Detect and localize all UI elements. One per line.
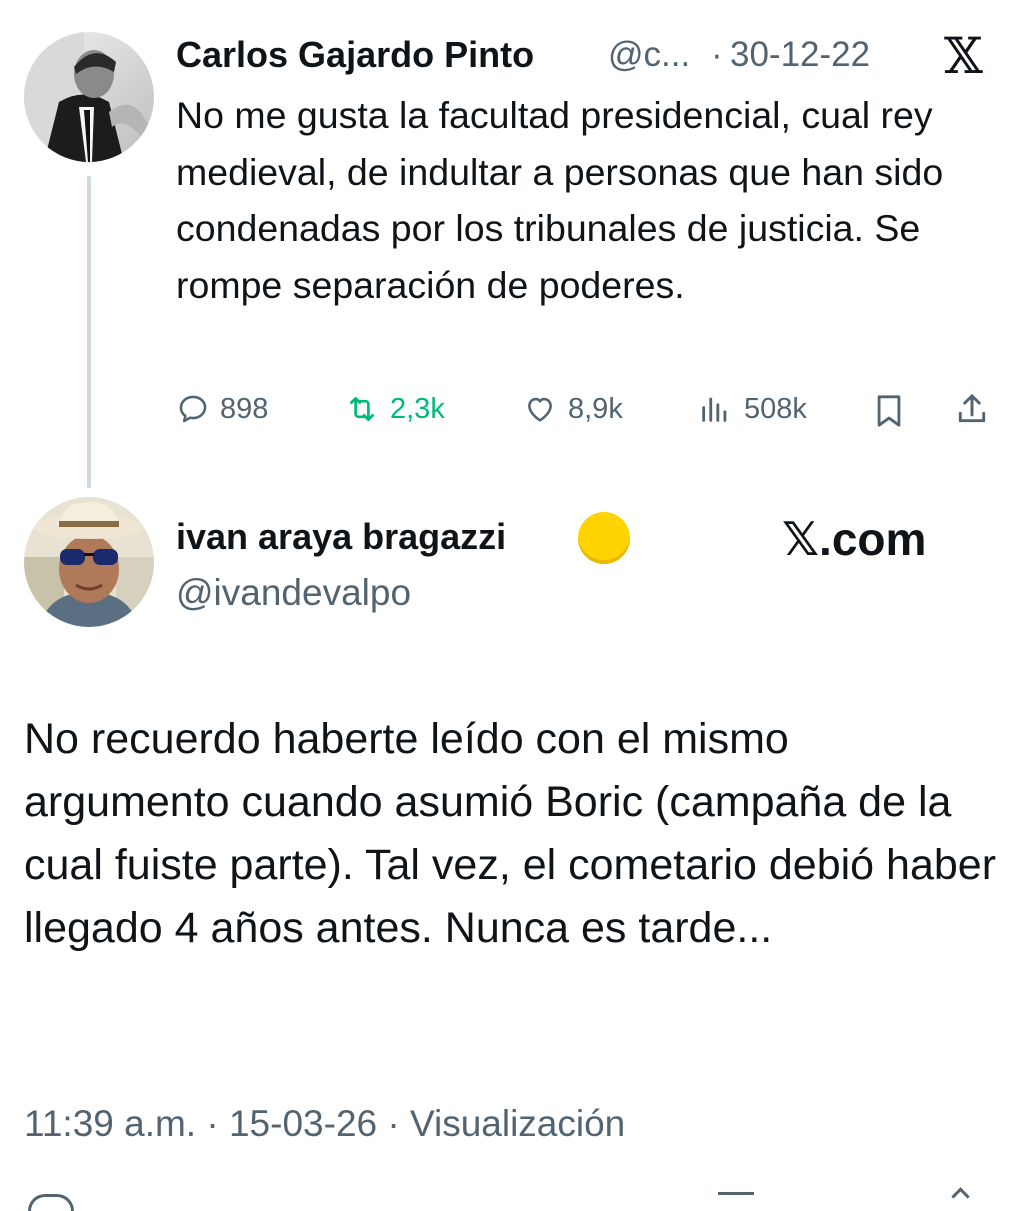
views-label[interactable]: Visualización <box>410 1103 625 1144</box>
tweet-text: No me gusta la facultad presidencial, cu… <box>176 94 944 306</box>
like-button[interactable]: 8,9k <box>522 392 623 426</box>
views-chart-icon <box>702 397 727 422</box>
bottom-share-icon[interactable] <box>951 1187 970 1206</box>
retweet-icon <box>350 397 374 421</box>
thread-connector-line <box>87 176 91 488</box>
views-button[interactable]: 508k <box>696 392 807 426</box>
avatar-ivan-image <box>24 497 154 627</box>
x-logo-icon: 𝕏 <box>944 27 983 85</box>
bookmark-icon <box>877 395 901 427</box>
share-button[interactable] <box>954 390 990 433</box>
header-separator: · <box>711 35 723 74</box>
reply-author-handle[interactable]: @ivandevalpo <box>176 572 411 614</box>
bottom-bookmark-icon[interactable] <box>718 1192 754 1205</box>
bottom-actions-partial <box>0 1186 1019 1211</box>
tweet-actions-bar: 898 2,3k 8,9k 508k <box>176 388 1006 432</box>
author-handle[interactable]: @c... <box>608 35 690 75</box>
reply-metadata: 11:39 a.m. · 15-03-26 · Visualización <box>24 1103 625 1145</box>
bottom-reply-icon[interactable] <box>28 1194 74 1211</box>
reply-time[interactable]: 11:39 a.m. <box>24 1103 196 1144</box>
reply-text: No recuerdo haberte leído con el mismo a… <box>24 715 997 952</box>
reply-header: ivan araya bragazzi @ivandevalpo 𝕏.com <box>176 512 1006 614</box>
like-count: 8,9k <box>568 392 623 425</box>
retweet-count: 2,3k <box>390 392 445 425</box>
reply-count: 898 <box>220 392 269 425</box>
retweet-button[interactable]: 2,3k <box>344 392 445 426</box>
tweet-header: Carlos Gajardo Pinto @c... · 30-12-22 𝕏 <box>176 28 1006 84</box>
avatar-carlos-image <box>24 32 154 162</box>
views-count: 508k <box>744 392 807 425</box>
bookmark-button[interactable] <box>872 392 906 435</box>
reply-author-name[interactable]: ivan araya bragazzi <box>176 516 506 558</box>
meta-separator-2: · <box>387 1103 400 1144</box>
tweet-date[interactable]: 30-12-22 <box>730 35 870 75</box>
reply-date[interactable]: 15-03-26 <box>229 1103 377 1144</box>
avatar-ivan[interactable] <box>24 497 154 627</box>
author-name[interactable]: Carlos Gajardo Pinto <box>176 34 534 76</box>
share-icon <box>958 394 986 423</box>
reply-icon <box>179 395 207 423</box>
x-com-watermark: 𝕏.com <box>782 513 927 565</box>
meta-separator-1: · <box>206 1103 219 1144</box>
yellow-circle-emoji-icon <box>578 512 630 564</box>
heart-icon <box>528 397 552 422</box>
avatar-carlos[interactable] <box>24 32 154 162</box>
reply-button[interactable]: 898 <box>176 392 268 426</box>
